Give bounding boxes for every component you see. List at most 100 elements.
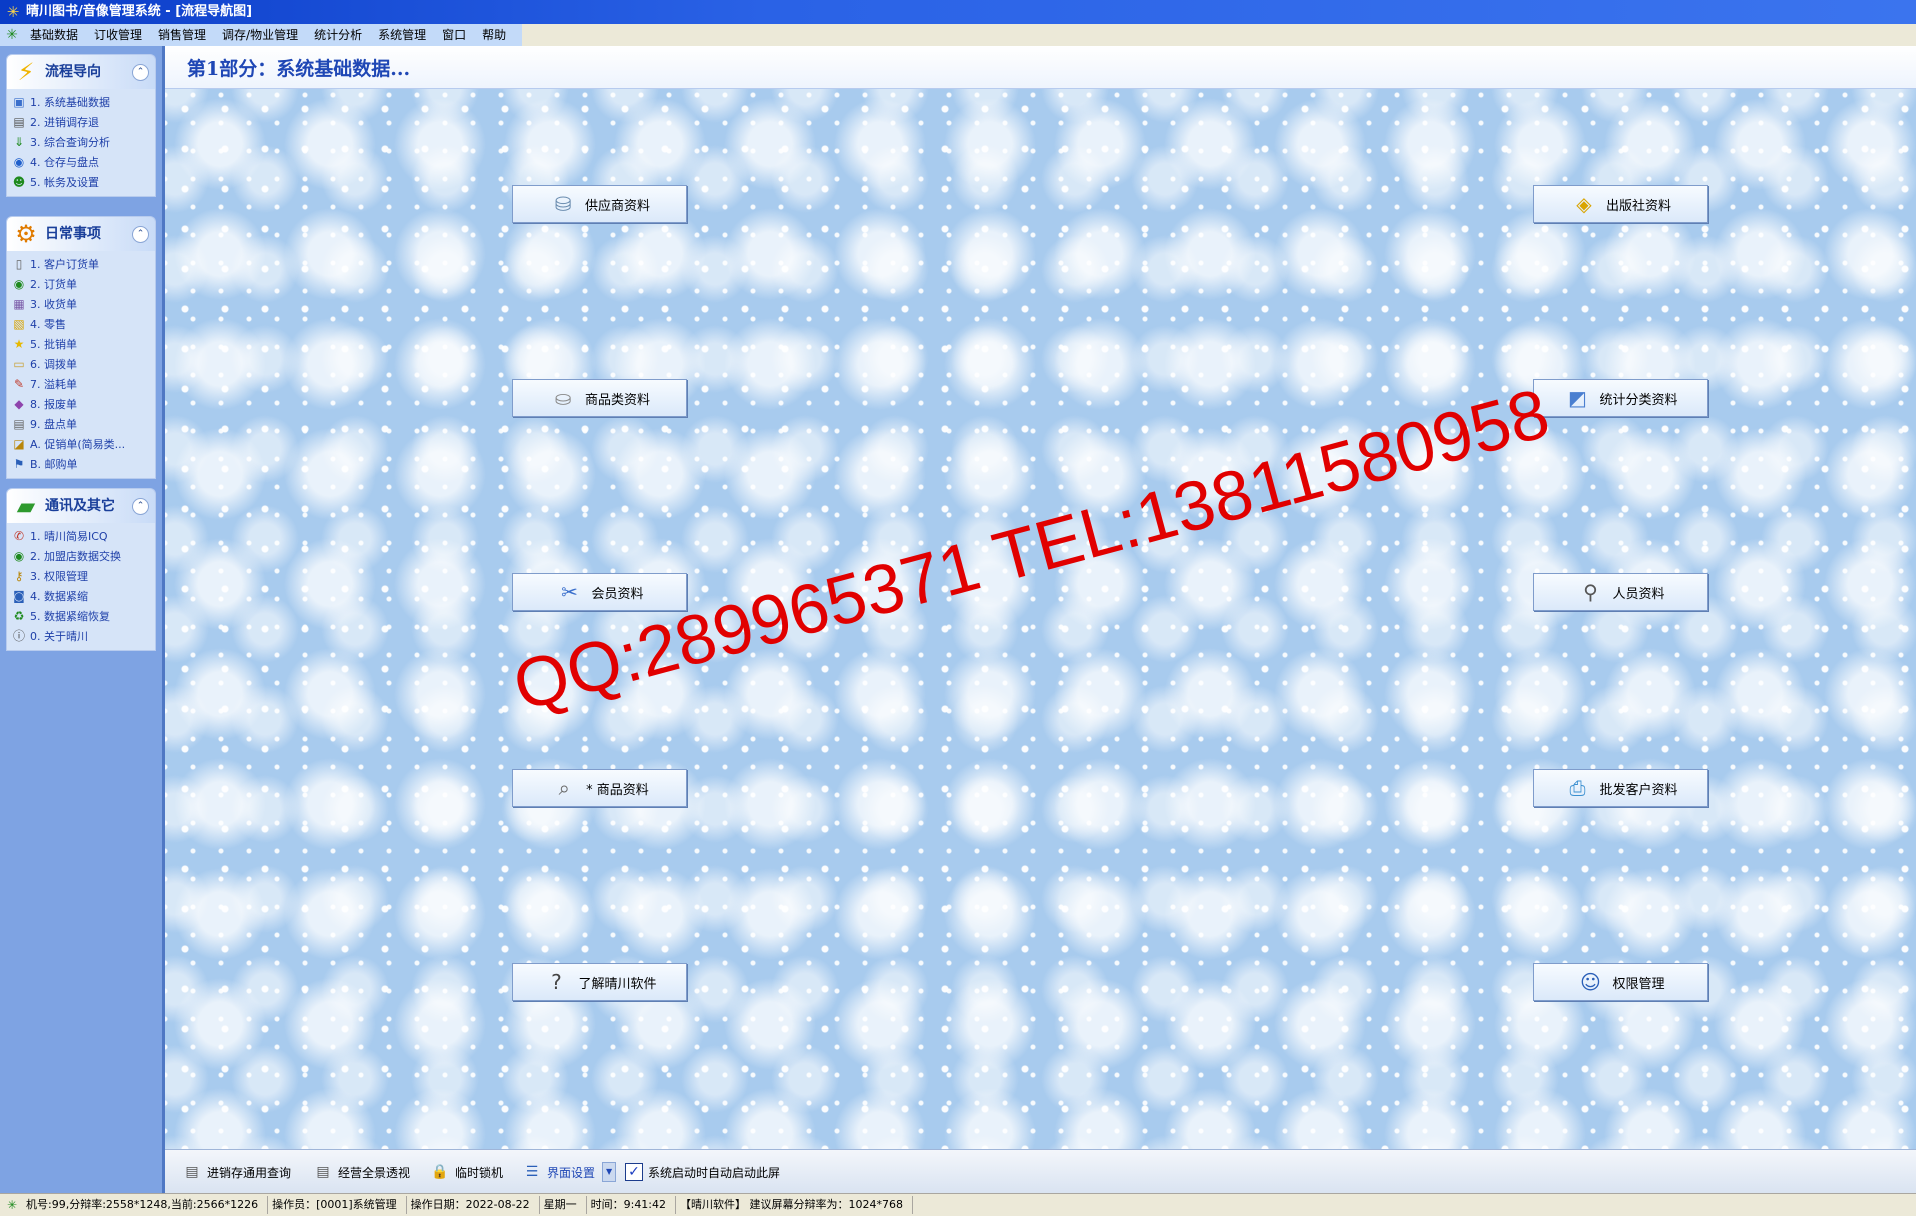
permission-button[interactable]: ☺ 权限管理 (1533, 963, 1708, 1001)
collapse-icon[interactable]: ⌃ (132, 498, 149, 515)
toolbar-label: 界面设置 (547, 1165, 596, 1180)
sidebar-item-label: 3. 收货单 (30, 298, 77, 311)
lock-button[interactable]: 🔒 临时锁机 (430, 1161, 503, 1183)
menu-order-receive[interactable]: 订收管理 (86, 24, 150, 46)
flow-canvas: ⛁ 供应商资料 ◈ 出版社资料 ⛀ 商品类资料 ◩ 统计分类资料 ✂ 会员资料 … (165, 89, 1916, 1149)
system-menu-icon[interactable]: ✳ (3, 26, 21, 44)
panel-title: 日常事项 (45, 226, 101, 242)
sidebar-item-promotion[interactable]: ◪ A. 促销单(简易类... (7, 434, 155, 454)
coins-icon: ⛀ (554, 386, 572, 410)
sidebar-item-mail-order[interactable]: ⚑ B. 邮购单 (7, 454, 155, 474)
sidebar-item-label: A. 促销单(简易类... (30, 438, 126, 451)
cube-icon: ◆ (14, 397, 24, 411)
document-icon: ▤ (316, 1164, 330, 1180)
sidebar-item-order[interactable]: ◉ 2. 订货单 (7, 274, 155, 294)
button-label: 统计分类资料 (1599, 392, 1678, 408)
main-content: 第1部分：系统基础数据... ⛁ 供应商资料 ◈ 出版社资料 ⛀ 商品类资料 ◩… (165, 46, 1916, 1194)
checkbox-check-icon[interactable]: ✓ (625, 1163, 643, 1181)
sidebar-item-purchase-sales[interactable]: ▤ 2. 进销调存退 (7, 112, 155, 132)
sidebar-item-receipt[interactable]: ▦ 3. 收货单 (7, 294, 155, 314)
button-label: 批发客户资料 (1599, 782, 1678, 798)
menu-sales[interactable]: 销售管理 (150, 24, 214, 46)
status-time: 时间：9:41:42 (587, 1196, 677, 1214)
panel-header[interactable]: ⚙ 日常事项 ⌃ (6, 216, 156, 251)
sidebar-item-accounts[interactable]: ☻ 5. 帐务及设置 (7, 172, 155, 192)
sidebar-item-label: 2. 进销调存退 (30, 116, 99, 129)
bottom-toolbar: ▤ 进销存通用查询 ▤ 经营全景透视 🔒 临时锁机 ☰ 界面设置 ▼ ✓ 系统启… (165, 1149, 1916, 1194)
star-icon: ★ (13, 337, 25, 351)
pen-icon: ✎ (13, 377, 25, 391)
sidebar-item-basic-data[interactable]: ▣ 1. 系统基础数据 (7, 92, 155, 112)
document-icon: ▯ (15, 257, 23, 271)
publisher-button[interactable]: ◈ 出版社资料 (1533, 185, 1708, 223)
clipboard-icon: ▤ (13, 417, 25, 431)
autostart-checkbox[interactable]: ✓ 系统启动时自动启动此屏 (625, 1161, 780, 1183)
product-category-button[interactable]: ⛀ 商品类资料 (512, 379, 687, 417)
panel-header[interactable]: ▰ 通讯及其它 ⌃ (6, 488, 156, 523)
menu-statistics[interactable]: 统计分析 (306, 24, 370, 46)
menu-help[interactable]: 帮助 (474, 24, 514, 46)
sidebar-item-transfer[interactable]: ▭ 6. 调拨单 (7, 354, 155, 374)
panel-process-guide: ⚡ 流程导向 ⌃ ▣ 1. 系统基础数据 ▤ 2. 进销调存退 ⇓ 3. 综合查询分析… (6, 54, 156, 197)
sidebar-item-franchise-exchange[interactable]: ◉ 2. 加盟店数据交换 (7, 546, 155, 566)
menu-system[interactable]: 系统管理 (370, 24, 434, 46)
globe-icon: ◉ (13, 277, 25, 291)
status-operator: 操作员：[0001]系统管理 (268, 1196, 407, 1214)
button-label: 了解晴川软件 (578, 976, 657, 992)
menu-list: 基础数据 订收管理 销售管理 调存/物业管理 统计分析 系统管理 窗口 帮助 (22, 24, 514, 46)
staff-button[interactable]: ⚲ 人员资料 (1533, 573, 1708, 611)
list-icon: ☰ (525, 1164, 539, 1180)
key-icon: ⚷ (14, 569, 24, 583)
product-button[interactable]: ⌕ * 商品资料 (512, 769, 687, 807)
general-query-button[interactable]: ▤ 进销存通用查询 (182, 1161, 291, 1183)
sidebar-item-retail[interactable]: ▧ 4. 零售 (7, 314, 155, 334)
sidebar-item-label: 4. 仓存与盘点 (30, 156, 99, 169)
sidebar-item-label: 4. 数据紧缩 (30, 590, 88, 603)
menu-basic-data[interactable]: 基础数据 (22, 24, 86, 46)
status-gear-icon: ✳ (6, 1198, 18, 1212)
sidebar-item-label: 9. 盘点单 (30, 418, 77, 431)
page-title: 第1部分：系统基础数据... (187, 58, 411, 80)
panel-header[interactable]: ⚡ 流程导向 ⌃ (6, 54, 156, 89)
sidebar-item-customer-order[interactable]: ▯ 1. 客户订货单 (7, 254, 155, 274)
menu-transfer-inventory[interactable]: 调存/物业管理 (214, 24, 306, 46)
folder-icon: ▰ (16, 492, 36, 520)
lightning-icon: ⚡ (17, 58, 35, 86)
chart-icon: ◩ (1568, 386, 1587, 410)
book-icon: ▤ (13, 115, 25, 129)
status-machine-info: 机号:99,分辩率:2558*1248,当前:2566*1226 (22, 1196, 269, 1214)
folder-icon: ▭ (13, 357, 25, 371)
sidebar-item-compress[interactable]: ◙ 4. 数据紧缩 (7, 586, 155, 606)
app-logo-icon: ✳ (6, 3, 20, 21)
about-software-button[interactable]: ? 了解晴川软件 (512, 963, 687, 1001)
member-button[interactable]: ✂ 会员资料 (512, 573, 687, 611)
sidebar-item-stocktake[interactable]: ▤ 9. 盘点单 (7, 414, 155, 434)
box-icon: ▦ (13, 297, 25, 311)
panorama-view-button[interactable]: ▤ 经营全景透视 (313, 1161, 410, 1183)
sidebar-item-warehouse[interactable]: ◉ 4. 仓存与盘点 (7, 152, 155, 172)
sidebar-item-query-analysis[interactable]: ⇓ 3. 综合查询分析 (7, 132, 155, 152)
chat-icon: ✆ (13, 529, 25, 543)
collapse-icon[interactable]: ⌃ (132, 226, 149, 243)
magnifier-icon: ⌕ (558, 776, 570, 800)
statistics-category-button[interactable]: ◩ 统计分类资料 (1533, 379, 1708, 417)
panel-daily-tasks: ⚙ 日常事项 ⌃ ▯ 1. 客户订货单 ◉ 2. 订货单 ▦ 3. 收货单 ▧ 4. 零… (6, 216, 156, 479)
chevron-down-icon[interactable]: ▼ (602, 1162, 617, 1182)
sidebar-item-about[interactable]: ⓘ 0. 关于晴川 (7, 626, 155, 646)
wholesale-customer-button[interactable]: ⎙ 批发客户资料 (1533, 769, 1708, 807)
ui-settings-dropdown[interactable]: ☰ 界面设置 ▼ (522, 1161, 617, 1183)
button-label: 权限管理 (1612, 976, 1665, 992)
sidebar-item-permissions[interactable]: ⚷ 3. 权限管理 (7, 566, 155, 586)
sidebar-item-scrap[interactable]: ◆ 8. 报废单 (7, 394, 155, 414)
sidebar-item-label: 2. 加盟店数据交换 (30, 550, 121, 563)
sidebar-item-restore[interactable]: ♻ 5. 数据紧缩恢复 (7, 606, 155, 626)
supplier-button[interactable]: ⛁ 供应商资料 (512, 185, 687, 223)
sidebar-item-icq[interactable]: ✆ 1. 晴川简易ICQ (7, 526, 155, 546)
sidebar-item-wholesale[interactable]: ★ 5. 批销单 (7, 334, 155, 354)
collapse-icon[interactable]: ⌃ (132, 64, 149, 81)
info-icon: ⓘ (12, 629, 25, 643)
sidebar-item-overflow-loss[interactable]: ✎ 7. 溢耗单 (7, 374, 155, 394)
status-bar: ✳ 机号:99,分辩率:2558*1248,当前:2566*1226 操作员：[… (0, 1193, 1916, 1216)
menu-window[interactable]: 窗口 (434, 24, 474, 46)
window-title: 晴川图书/音像管理系统 - [流程导航图] (26, 4, 253, 19)
